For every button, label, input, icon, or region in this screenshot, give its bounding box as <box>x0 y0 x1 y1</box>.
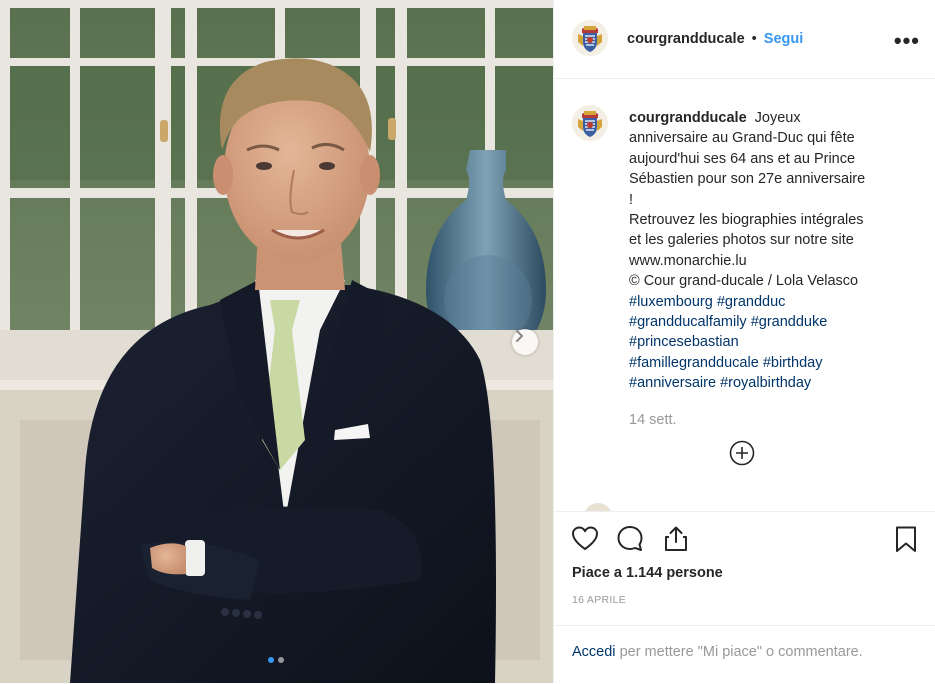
separator: • <box>751 31 757 47</box>
hashtag-link[interactable]: #famillegrandducale <box>629 355 759 371</box>
hashtag-line: #anniversaire #royalbirthday <box>629 373 914 393</box>
load-more-comments-button[interactable] <box>729 440 755 466</box>
caption-text: ! <box>629 191 634 208</box>
caption-text: et les galeries photos sur notre site <box>629 232 854 249</box>
hashtag-line: #luxembourg #grandduc <box>629 292 914 312</box>
caption-text: Sébastien pour son 27e anniversaire <box>629 171 866 188</box>
caption-text: Joyeux <box>754 110 801 126</box>
caption-line: courgrandducale Joyeux <box>629 108 914 128</box>
carousel-dot-active <box>268 657 274 663</box>
caption-text: anniversaire au Grand-Duc qui fête <box>629 130 855 147</box>
caption-time-ago[interactable]: 14 sett. <box>629 412 677 428</box>
login-prompt: Accedi per mettere "Mi piace" o commenta… <box>554 625 935 684</box>
share-icon[interactable] <box>661 524 691 554</box>
caption-text: Retrouvez les biographies intégrales <box>629 212 864 229</box>
post-caption: courgrandducale Joyeux anniversaire au G… <box>629 108 914 394</box>
hashtag-line: #grandducalfamily #grandduke <box>629 312 914 332</box>
heart-icon[interactable] <box>570 524 600 554</box>
caption-avatar[interactable] <box>572 105 608 141</box>
hashtag-link[interactable]: #grandduc <box>717 294 786 310</box>
comment-bubble-icon[interactable] <box>615 524 645 554</box>
carousel-indicator <box>268 657 284 663</box>
hashtag-link[interactable]: #luxembourg <box>629 294 713 310</box>
hashtag-link[interactable]: #princesebastian <box>629 334 739 350</box>
login-rest-text: per mettere "Mi piace" o commentare. <box>619 644 863 660</box>
coat-of-arms-icon <box>572 20 608 56</box>
caption-text: www.monarchie.lu <box>629 252 747 269</box>
header-username[interactable]: courgrandducale <box>627 31 745 47</box>
plus-circle-icon <box>729 440 755 466</box>
post-details-panel: courgrandducale • Segui ••• courgrandduc… <box>553 0 935 683</box>
hashtag-line: #princesebastian <box>629 332 914 352</box>
coat-of-arms-icon <box>572 105 608 141</box>
caption-text: aujourd'hui ses 64 ans et au Prince <box>629 150 856 167</box>
portrait-image <box>0 0 553 683</box>
hashtag-line: #famillegrandducale #birthday <box>629 353 914 373</box>
hashtag-link[interactable]: #royalbirthday <box>720 375 811 391</box>
login-text: Accedi per mettere "Mi piace" o commenta… <box>572 644 863 660</box>
avatar[interactable] <box>572 20 608 56</box>
comments-area: courgrandducale Joyeux anniversaire au G… <box>554 79 935 511</box>
carousel-next-button[interactable] <box>512 329 538 355</box>
chevron-right-icon <box>516 330 523 342</box>
post-header: courgrandducale • Segui ••• <box>554 0 935 79</box>
hashtag-link[interactable]: #birthday <box>763 355 823 371</box>
more-options-button[interactable]: ••• <box>894 28 920 54</box>
hashtag-link[interactable]: #grandducalfamily <box>629 314 747 330</box>
login-link[interactable]: Accedi <box>572 644 616 660</box>
hashtag-link[interactable]: #anniversaire <box>629 375 716 391</box>
carousel-dot <box>278 657 284 663</box>
caption-username[interactable]: courgrandducale <box>629 110 747 126</box>
caption-text: © Cour grand-ducale / Lola Velasco <box>629 273 859 290</box>
post-actions: Piace a 1.144 persone 16 APRILE <box>554 511 935 626</box>
post-date[interactable]: 16 APRILE <box>572 594 626 606</box>
post-photo[interactable] <box>0 0 553 683</box>
likes-count[interactable]: Piace a 1.144 persone <box>572 565 723 581</box>
header-user-line: courgrandducale • Segui <box>627 31 803 47</box>
comment-avatar[interactable] <box>584 503 612 511</box>
follow-button[interactable]: Segui <box>764 31 803 47</box>
hashtag-link[interactable]: #grandduke <box>751 314 828 330</box>
bookmark-icon[interactable] <box>891 524 921 554</box>
